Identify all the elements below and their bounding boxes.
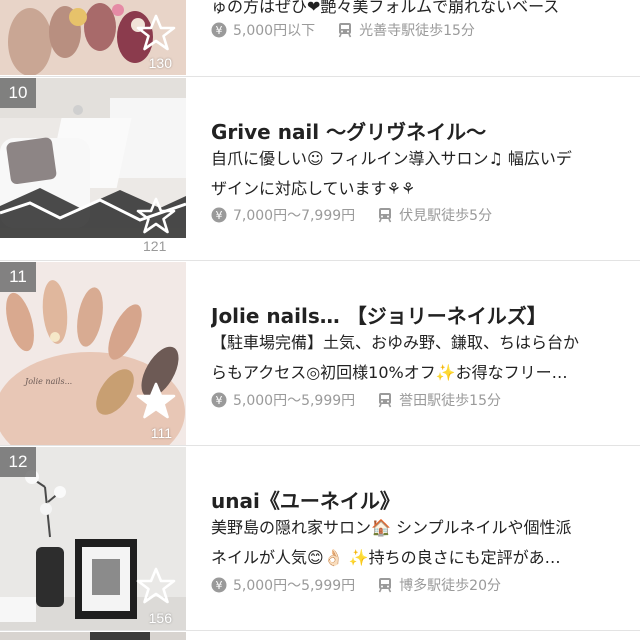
catchcopy-line: 美野島の隠れ家サロン🏠 シンプルネイルや個性派 xyxy=(211,518,572,537)
star-outline-icon[interactable] xyxy=(136,566,176,606)
salon-price: 7,000円〜7,999円 xyxy=(233,208,356,224)
catchcopy-line: ネイルが人気😊👌🏻 ✨持ちの良さにも定評があ… xyxy=(211,548,561,567)
train-icon xyxy=(338,23,352,38)
yen-icon: ¥ xyxy=(211,207,227,223)
train-icon xyxy=(378,578,392,593)
catchcopy-line: らもアクセス◎初回様10%オフ✨お得なフリー… xyxy=(211,363,568,382)
rank-badge: 10 xyxy=(0,78,36,108)
svg-text:¥: ¥ xyxy=(216,579,223,592)
catchcopy-line: 【駐車場完備】土気、おゆみ野、鎌取、ちはら台か xyxy=(211,333,580,352)
rank-badge: 12 xyxy=(0,447,36,477)
catchcopy-line: 自爪に優しい☺︎ フィルイン導入サロン♫ 幅広いデ xyxy=(211,149,572,168)
salon-meta: ¥ 5,000円以下 光善寺駅徒歩15分 xyxy=(211,20,475,40)
train-icon xyxy=(378,393,392,408)
train-icon xyxy=(378,208,392,223)
star-outline-icon[interactable] xyxy=(136,13,176,53)
yen-icon: ¥ xyxy=(211,22,227,38)
salon-name[interactable]: unai《ユーネイル》 xyxy=(211,485,400,514)
salon-photo: 10 xyxy=(0,78,186,238)
salon-access: 誉田駅徒歩15分 xyxy=(399,393,501,409)
star-filled-icon[interactable] xyxy=(136,381,176,421)
salon-catchcopy: 【駐車場完備】土気、おゆみ野、鎌取、ちはら台か らもアクセス◎初回様10%オフ✨… xyxy=(211,328,616,388)
salon-catchcopy: ゅの方はぜひ❤︎艶々美フォルムで崩れないベース xyxy=(211,0,560,16)
salon-catchcopy: 美野島の隠れ家サロン🏠 シンプルネイルや個性派 ネイルが人気😊👌🏻 ✨持ちの良さ… xyxy=(211,513,616,573)
salon-access: 光善寺駅徒歩15分 xyxy=(359,23,475,39)
salon-access: 博多駅徒歩20分 xyxy=(399,578,501,594)
salon-price: 5,000円〜5,999円 xyxy=(233,393,356,409)
yen-icon: ¥ xyxy=(211,577,227,593)
salon-photo: Jolie nails... 11 111 xyxy=(0,262,186,445)
salon-catchcopy: 自爪に優しい☺︎ フィルイン導入サロン♫ 幅広いデ ザインに対応しています⚘⚘ xyxy=(211,144,616,204)
salon-name[interactable]: Grive nail 〜グリヴネイル〜 xyxy=(211,116,486,145)
salon-meta: ¥ 5,000円〜5,999円 博多駅徒歩20分 xyxy=(211,575,501,595)
svg-text:Jolie nails...: Jolie nails... xyxy=(23,377,72,386)
catchcopy-line: ザインに対応しています⚘⚘ xyxy=(211,179,416,198)
svg-text:¥: ¥ xyxy=(216,24,223,37)
salon-price: 5,000円以下 xyxy=(233,23,316,39)
rank-badge: 11 xyxy=(0,262,36,292)
salon-meta: ¥ 7,000円〜7,999円 伏見駅徒歩5分 xyxy=(211,205,492,225)
favorite-count: 111 xyxy=(150,425,172,441)
favorite-count: 121 xyxy=(143,238,167,254)
salon-photo xyxy=(0,632,186,640)
star-outline-icon[interactable] xyxy=(136,196,176,236)
salon-ranking-list: 130 ゅの方はぜひ❤︎艶々美フォルムで崩れないベース ¥ 5,000円以下 光… xyxy=(0,0,640,640)
salon-access: 伏見駅徒歩5分 xyxy=(399,208,493,224)
salon-list-item[interactable]: 10 121 Grive nail 〜グリヴネイル〜 自爪に優しい☺︎ フィルイ… xyxy=(0,78,640,261)
svg-text:¥: ¥ xyxy=(216,209,223,222)
salon-list-item[interactable]: 12 156 unai《ユーネイル》 美野島の隠れ家サロン🏠 シンプルネイルや個… xyxy=(0,447,640,631)
svg-text:¥: ¥ xyxy=(216,394,223,407)
salon-photo: 12 156 xyxy=(0,447,186,630)
salon-list-item[interactable]: 130 ゅの方はぜひ❤︎艶々美フォルムで崩れないベース ¥ 5,000円以下 光… xyxy=(0,0,640,77)
favorite-count: 156 xyxy=(148,610,172,626)
salon-photo: 130 xyxy=(0,0,186,75)
salon-price: 5,000円〜5,999円 xyxy=(233,578,356,594)
yen-icon: ¥ xyxy=(211,392,227,408)
salon-list-item[interactable] xyxy=(0,632,640,640)
salon-list-item[interactable]: Jolie nails... 11 111 Jolie nails… 【ジョリー… xyxy=(0,262,640,446)
salon-name[interactable]: Jolie nails… 【ジョリーネイルズ】 xyxy=(211,300,547,329)
favorite-count: 130 xyxy=(148,55,172,71)
salon-meta: ¥ 5,000円〜5,999円 誉田駅徒歩15分 xyxy=(211,390,501,410)
